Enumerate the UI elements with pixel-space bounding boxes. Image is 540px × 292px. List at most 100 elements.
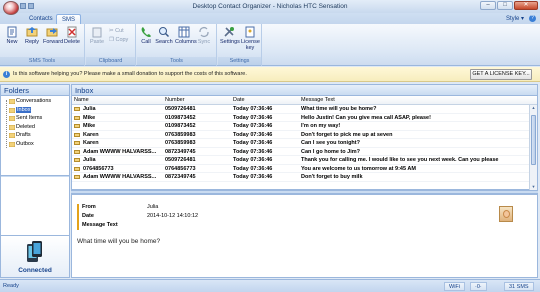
new-message-icon bbox=[7, 26, 17, 38]
quick-access-save-icon[interactable] bbox=[20, 3, 26, 9]
new-sms-button[interactable]: New bbox=[3, 26, 21, 45]
tools-group: Call Search Columns Sync Tools bbox=[137, 24, 217, 66]
column-header-message-text[interactable]: Message Text bbox=[301, 96, 335, 105]
connection-panel: Connected bbox=[1, 235, 69, 277]
ribbon-tabs: Contacts SMS Style ▾ ? bbox=[0, 13, 540, 24]
columns-button[interactable]: Columns bbox=[175, 26, 197, 45]
delete-icon bbox=[67, 26, 77, 38]
table-row[interactable]: Mike 0109873452 Today 07:36:46 Hello Justin… bbox=[72, 114, 537, 122]
from-label: From bbox=[82, 204, 96, 210]
envelope-icon bbox=[74, 141, 80, 145]
scrollbar-thumb[interactable] bbox=[531, 115, 536, 165]
envelope-icon bbox=[74, 149, 80, 154]
date-label: Date bbox=[82, 213, 94, 219]
folder-sent-items[interactable]: Sent Items bbox=[1, 114, 69, 123]
drafts-icon bbox=[9, 133, 15, 138]
search-button[interactable]: Search bbox=[155, 26, 173, 45]
folder-drafts[interactable]: Drafts bbox=[1, 131, 69, 140]
table-row[interactable]: Julia 0509726481 Today 07:36:46 Thank you f… bbox=[72, 156, 537, 165]
help-icon[interactable]: ? bbox=[529, 15, 536, 22]
copy-button[interactable]: ❐ Copy bbox=[109, 37, 128, 43]
sync-icon bbox=[199, 27, 209, 37]
forward-icon bbox=[46, 28, 58, 37]
copy-icon: ❐ bbox=[109, 37, 114, 43]
folders-title: Folders bbox=[1, 85, 69, 96]
table-row[interactable]: Karen 0763859983 Today 07:36:46 Don't forge… bbox=[72, 131, 537, 139]
window-controls: – □ ✕ bbox=[480, 1, 538, 11]
application-menu-button[interactable] bbox=[3, 1, 19, 15]
phone-call-icon bbox=[141, 27, 151, 38]
column-header-name[interactable]: Name bbox=[74, 96, 89, 105]
delete-button[interactable]: Delete bbox=[63, 26, 81, 45]
status-bar: Ready WiFi ·0· 31 SMS bbox=[0, 279, 540, 292]
settings-tools-icon bbox=[224, 27, 234, 37]
license-key-button[interactable]: License key bbox=[241, 26, 260, 51]
donation-infobar: i Is this software helping you? Please m… bbox=[0, 67, 540, 82]
inbox-scrollbar[interactable]: ▲ ▼ bbox=[529, 105, 537, 190]
folder-conversations[interactable]: Conversations bbox=[1, 97, 69, 106]
inbox-column-headers: Name Number Date Message Text bbox=[72, 96, 537, 105]
reply-icon bbox=[26, 27, 38, 37]
clipboard-group-label: Clipboard bbox=[86, 57, 135, 65]
settings-group-label: Settings bbox=[218, 57, 261, 65]
tools-group-label: Tools bbox=[137, 57, 216, 65]
table-row[interactable]: Mike 0109873452 Today 07:36:46 I'm on my wa… bbox=[72, 122, 537, 131]
table-row[interactable]: Adam WWWW HALVARSS... 0872349745 Today 07:… bbox=[72, 173, 537, 182]
envelope-icon bbox=[74, 166, 80, 171]
envelope-icon bbox=[74, 158, 80, 162]
table-row[interactable]: 0764856773 0764856773 Today 07:36:46 You ar… bbox=[72, 165, 537, 173]
folder-deleted[interactable]: Deleted bbox=[1, 123, 69, 132]
minimize-button[interactable]: – bbox=[480, 1, 496, 10]
close-button[interactable]: ✕ bbox=[514, 1, 538, 10]
envelope-icon bbox=[74, 132, 80, 137]
cut-button[interactable]: ✂ Cut bbox=[109, 28, 124, 34]
table-row[interactable]: Karen 0763859983 Today 07:36:46 Can I see y… bbox=[72, 139, 537, 148]
table-row[interactable]: Adam WWWW HALVARSS... 0872349745 Today 07:… bbox=[72, 148, 537, 156]
column-header-date[interactable]: Date bbox=[233, 96, 245, 105]
license-key-icon bbox=[245, 26, 255, 38]
contact-avatar-icon bbox=[503, 210, 510, 218]
tab-contacts[interactable]: Contacts bbox=[24, 14, 58, 24]
envelope-icon bbox=[74, 175, 80, 179]
deleted-folder-icon bbox=[9, 124, 15, 130]
table-row[interactable]: Julia 0509726481 Today 07:36:46 What time w… bbox=[72, 105, 537, 114]
sync-button[interactable]: Sync bbox=[195, 26, 213, 45]
inbox-pane: Inbox Name Number Date Message Text Juli… bbox=[71, 84, 538, 190]
folders-pane: Folders Conversations Inbox Sent Items D… bbox=[0, 84, 70, 278]
scroll-up-icon[interactable]: ▲ bbox=[531, 105, 536, 111]
style-menu[interactable]: Style ▾ bbox=[506, 15, 524, 22]
contact-photo bbox=[499, 206, 513, 222]
sent-items-icon bbox=[9, 116, 15, 121]
outbox-icon bbox=[9, 141, 15, 147]
info-icon: i bbox=[3, 71, 10, 78]
signal-status: ·0· bbox=[470, 282, 487, 291]
maximize-button[interactable]: □ bbox=[497, 1, 513, 10]
inbox-icon bbox=[9, 107, 15, 113]
folder-tree: Conversations Inbox Sent Items Deleted D… bbox=[1, 96, 69, 148]
title-bar: Desktop Contact Organizer - Nicholas HTC… bbox=[0, 0, 540, 15]
folder-outbox[interactable]: Outbox bbox=[1, 140, 69, 149]
message-body: What time will you be home? bbox=[77, 238, 161, 245]
forward-button[interactable]: Forward bbox=[43, 26, 63, 45]
quick-access-undo-icon[interactable] bbox=[28, 3, 34, 9]
paste-icon bbox=[92, 27, 102, 38]
clipboard-group: Paste ✂ Cut ❐ Copy Clipboard bbox=[86, 24, 136, 66]
get-license-key-button[interactable]: GET A LICENSE KEY... bbox=[470, 69, 532, 80]
sms-tools-group-label: SMS Tools bbox=[0, 57, 84, 65]
call-button[interactable]: Call bbox=[137, 26, 155, 45]
tab-sms[interactable]: SMS bbox=[56, 14, 82, 24]
envelope-icon bbox=[74, 115, 80, 120]
search-icon bbox=[159, 27, 170, 38]
wifi-status: WiFi bbox=[444, 282, 465, 291]
status-text: Ready bbox=[3, 283, 19, 289]
folder-inbox[interactable]: Inbox bbox=[1, 106, 69, 115]
settings-button[interactable]: Settings bbox=[220, 26, 240, 45]
column-header-number[interactable]: Number bbox=[165, 96, 185, 105]
paste-button[interactable]: Paste bbox=[88, 26, 106, 45]
from-value: Julia bbox=[147, 204, 159, 210]
folders-divider[interactable] bbox=[1, 175, 69, 177]
sms-tools-group: New Reply Forward Delete SMS Tools bbox=[0, 24, 85, 66]
reply-button[interactable]: Reply bbox=[23, 26, 41, 45]
sms-count: 31 SMS bbox=[504, 282, 534, 291]
inbox-message-list: Julia 0509726481 Today 07:36:46 What time w… bbox=[72, 105, 537, 190]
